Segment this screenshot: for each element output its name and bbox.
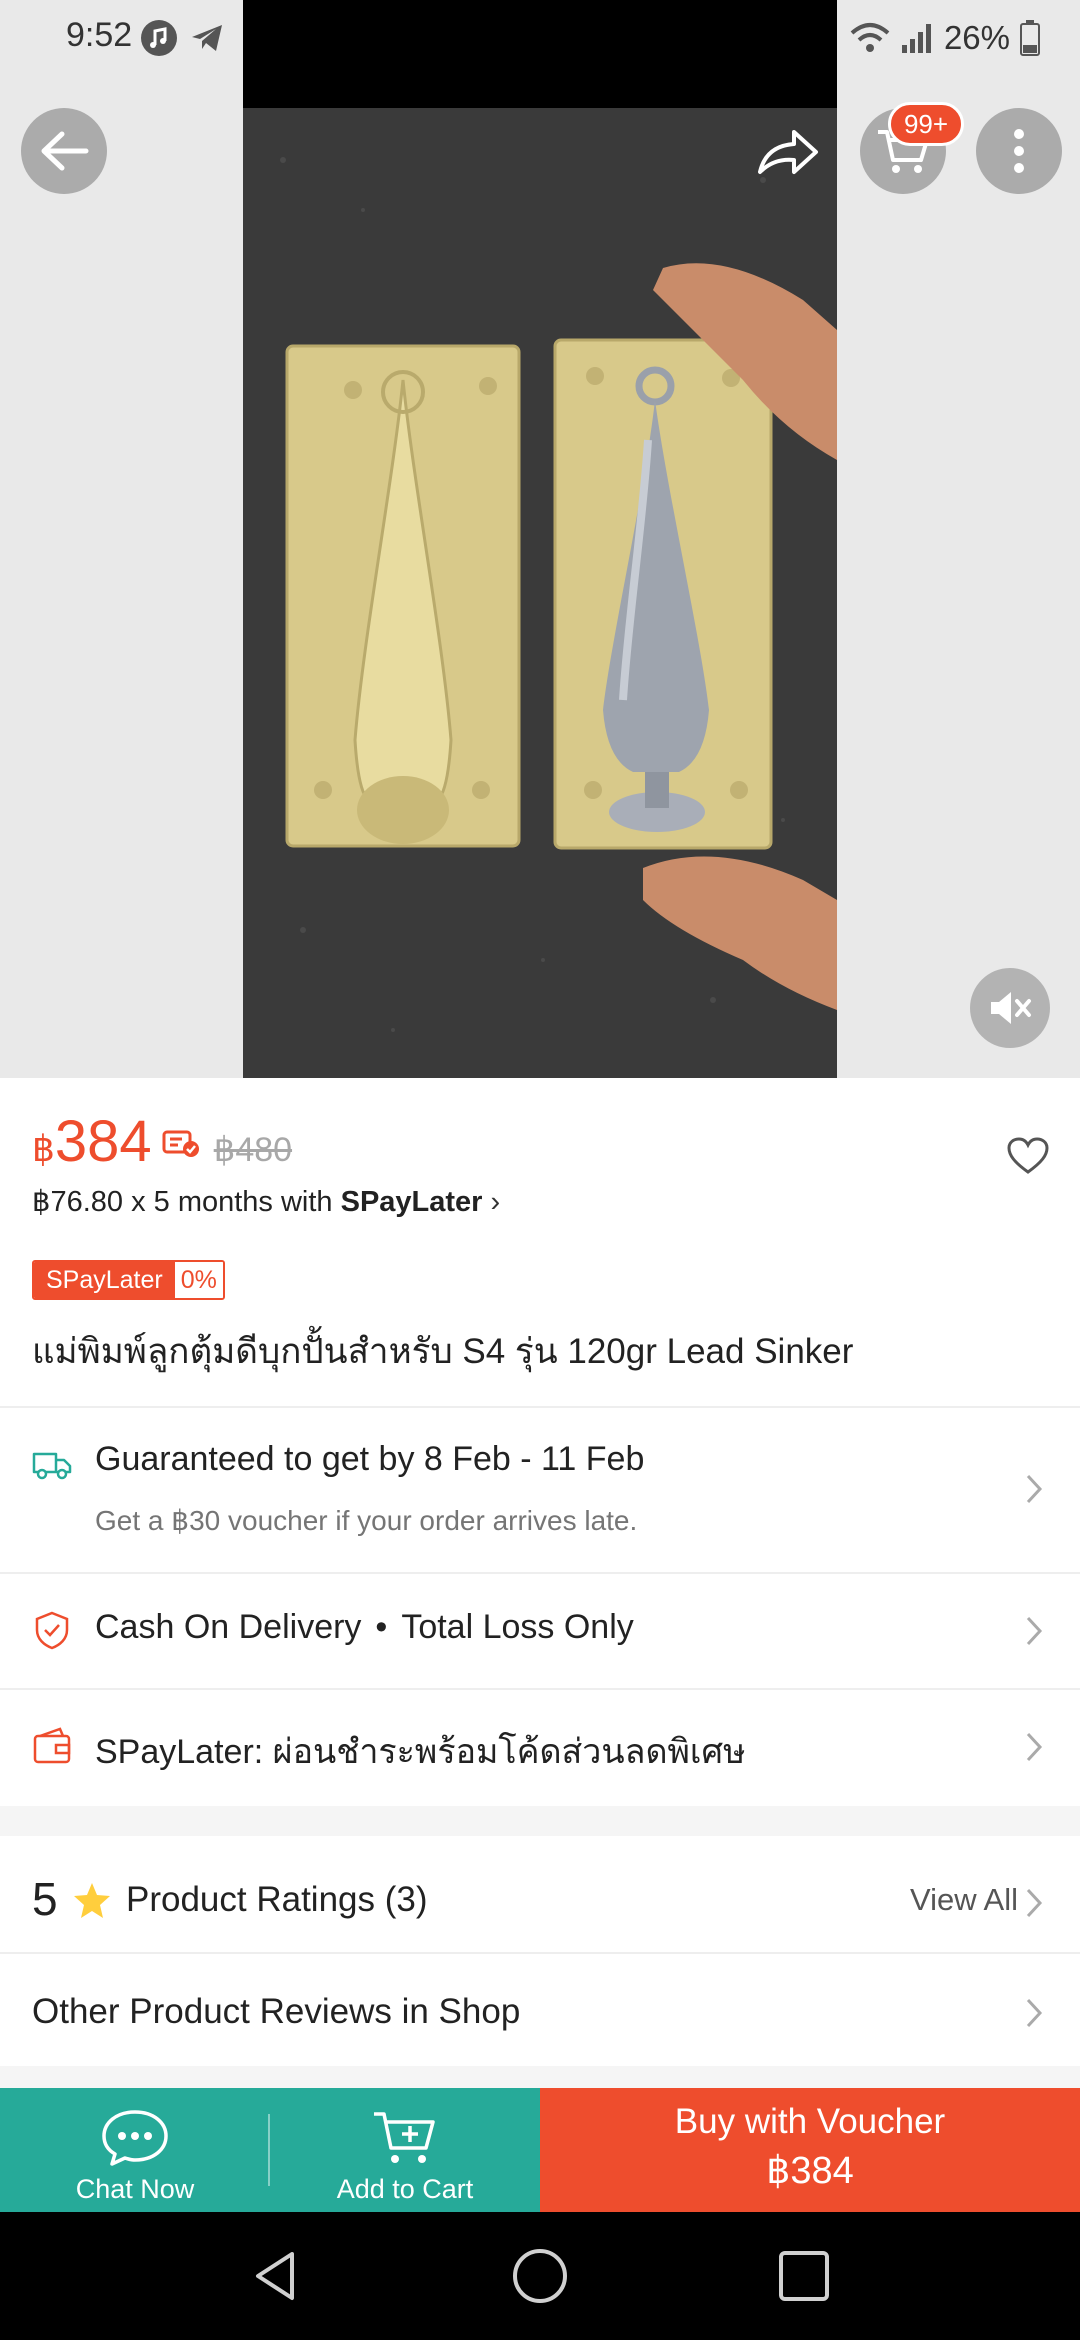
installment-brand: SPayLater [340,1186,483,1218]
add-to-cart-button[interactable]: Add to Cart [270,2088,540,2212]
product-media[interactable]: 9:52 26% 99+ [0,0,1080,1078]
delivery-truck-icon [32,1452,72,1480]
mute-icon [991,992,1031,1024]
product-title: แม่พิมพ์ลูกตุ้มดีบุกปั้นสำหรับ S4 รุ่น 1… [32,1332,854,1371]
rating-score: 5 [32,1873,58,1925]
spaylater-badge: SPayLater 0% [32,1260,225,1300]
protection-text: Cash On Delivery • Total Loss Only [95,1608,634,1647]
product-photo-illustration [243,0,837,1078]
status-right-group: 26% [850,14,1040,62]
status-bar: 9:52 26% [0,0,1080,76]
music-icon [141,20,177,56]
like-heart-icon[interactable] [1006,1136,1050,1176]
chevron-right-icon [1026,1474,1043,1504]
ratings-title: Product Ratings [126,1880,376,1919]
spaylater-promo-row[interactable]: SPayLater: ผ่อนชำระพร้อมโค้ดส่วนลดพิเศษ [0,1690,1080,1804]
star-icon [74,1883,110,1918]
battery-percentage: 26% [943,19,1010,56]
spaylater-badge-rate: 0% [174,1262,223,1298]
wifi-icon [850,23,890,52]
spaylater-promo-text: SPayLater: ผ่อนชำระพร้อมโค้ดส่วนลดพิเศษ [95,1733,746,1771]
spaylater-badge-label: SPayLater [34,1262,175,1298]
add-to-cart-label: Add to Cart [336,2174,474,2204]
voucher-tag-icon [162,1130,199,1157]
wallet-icon [33,1727,71,1764]
signal-icon [901,24,931,53]
back-arrow-icon [41,131,89,171]
ratings-label: Product Ratings (3) [126,1880,428,1920]
status-time: 9:52 [66,16,133,54]
nav-recents-icon[interactable] [774,2246,834,2306]
separator-dot: • [375,1608,388,1646]
system-navigation-bar [0,2212,1080,2340]
add-to-cart-icon [374,2112,435,2163]
product-video[interactable] [243,0,837,1078]
buy-price: ฿384 [766,2150,854,2192]
nav-back-icon[interactable] [246,2246,306,2306]
cart-count-badge: 99+ [888,102,964,146]
buy-with-voucher-label: Buy with Voucher [674,2102,946,2141]
bottom-action-bar: Chat Now Add to Cart Buy with Voucher ฿3… [0,2088,1080,2212]
shipping-guarantee-title: Guaranteed to get by 8 Feb - 11 Feb [95,1440,645,1478]
section-divider [0,1806,1080,1836]
view-all-link[interactable]: View All [910,1882,1018,1918]
installment-link[interactable]: ฿76.80 x 5 months with SPayLater › [32,1184,500,1219]
other-reviews-label: Other Product Reviews in Shop [32,1992,521,2031]
chat-now-label: Chat Now [75,2174,195,2204]
shield-check-icon [35,1611,69,1650]
telegram-icon [192,25,222,51]
back-button[interactable] [21,108,107,194]
shipping-voucher-note: Get a ฿30 voucher if your order arrives … [95,1505,638,1536]
protection-row[interactable]: Cash On Delivery • Total Loss Only [0,1574,1080,1688]
chevron-right-icon [1026,1998,1043,2028]
cod-label: Cash On Delivery [95,1608,362,1646]
price-currency: ฿ [32,1128,55,1169]
price-row: ฿ 384 ฿480 [32,1108,292,1178]
chevron-right-icon: › [490,1186,501,1218]
buy-with-voucher-button[interactable]: Buy with Voucher ฿384 [540,2088,1080,2212]
more-vertical-icon [1014,129,1024,173]
section-divider [0,2066,1080,2088]
chat-now-button[interactable]: Chat Now [0,2088,270,2212]
shipping-row[interactable]: Guaranteed to get by 8 Feb - 11 Feb Get … [0,1408,1080,1572]
chevron-right-icon [1026,1888,1043,1918]
nav-home-icon[interactable] [510,2246,570,2306]
ratings-count: (3) [384,1880,428,1919]
battery-icon [1020,20,1040,56]
chevron-right-icon [1026,1616,1043,1646]
total-loss-label: Total Loss Only [401,1608,634,1646]
chevron-right-icon [1026,1732,1043,1762]
share-icon[interactable] [752,116,822,186]
more-options-button[interactable] [976,108,1062,194]
chat-bubble-icon [102,2110,168,2166]
installment-text: ฿76.80 x 5 months with [32,1186,341,1218]
mute-button[interactable] [970,968,1050,1048]
original-price: ฿480 [213,1131,293,1169]
current-price: 384 [54,1109,152,1174]
